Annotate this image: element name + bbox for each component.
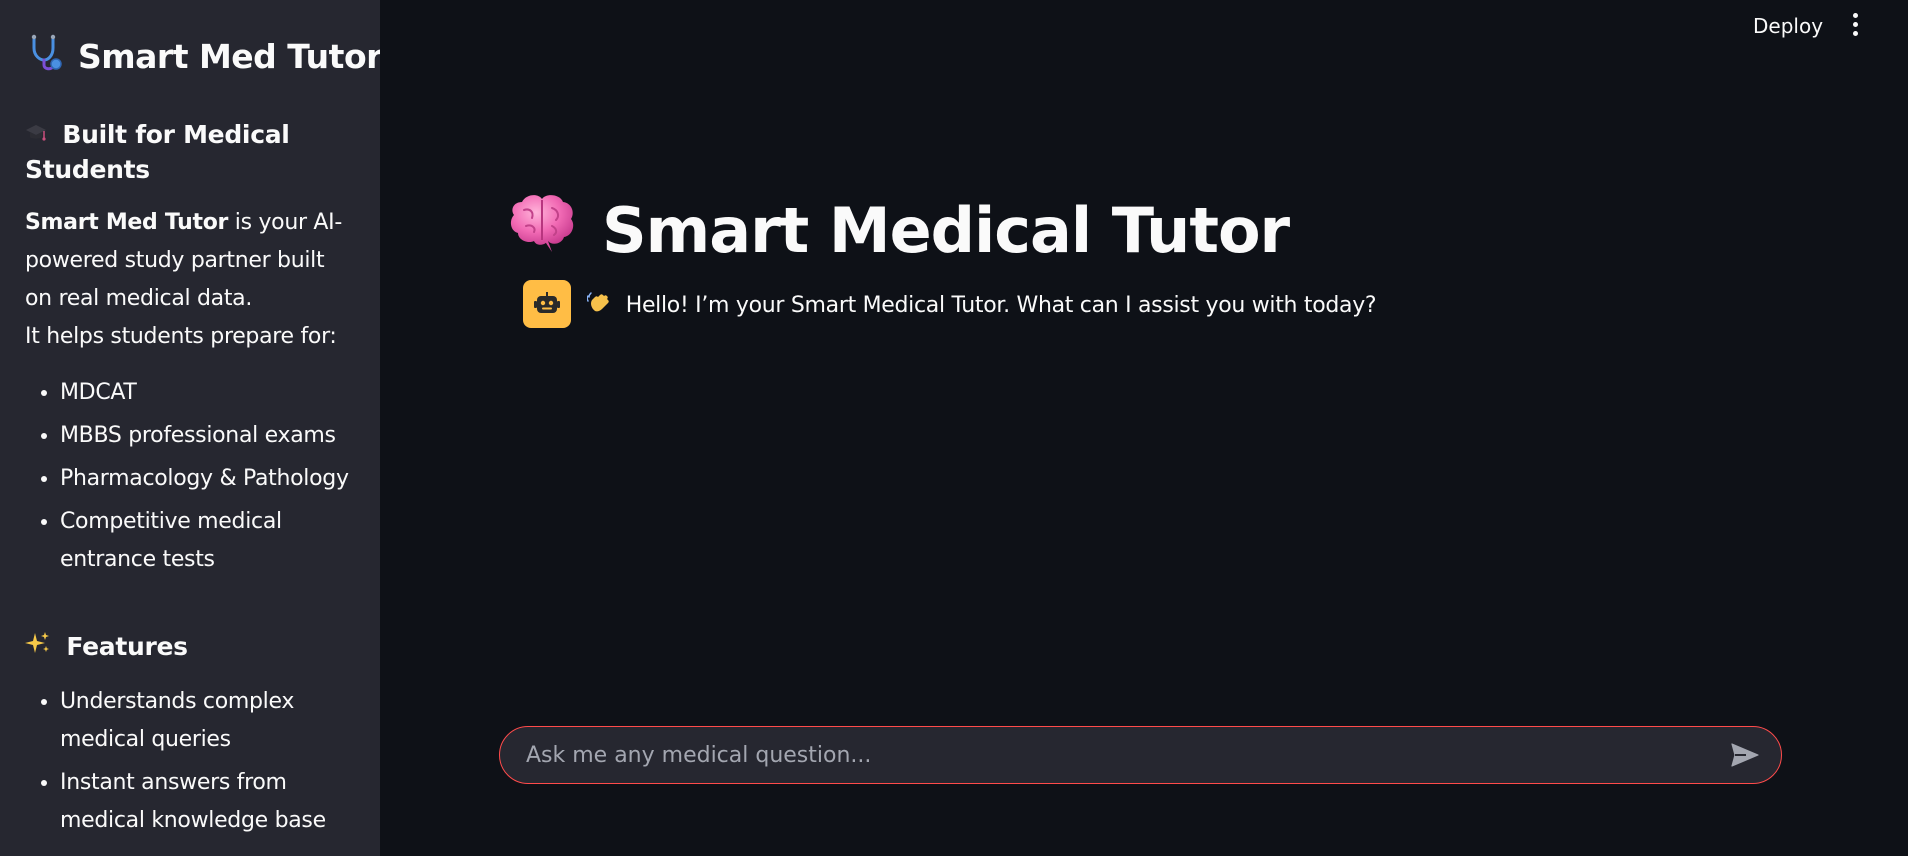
sparkles-icon <box>25 632 58 661</box>
list-item: MBBS professional exams <box>60 417 355 455</box>
exam-list: MDCAT MBBS professional exams Pharmacolo… <box>25 374 355 579</box>
page-title: Smart Medical Tutor <box>508 192 1290 269</box>
message-text: Hello! I’m your Smart Medical Tutor. Wha… <box>586 291 1377 318</box>
list-item: Understands complex medical queries <box>60 683 355 759</box>
sidebar: Smart Med Tutor Built for Medical Studen… <box>0 0 380 856</box>
about-paragraph: Smart Med Tutor is your AI-powered study… <box>25 204 355 356</box>
sidebar-title: Smart Med Tutor <box>28 34 380 79</box>
chat-input-container <box>499 726 1782 784</box>
features-list: Understands complex medical queries Inst… <box>25 683 355 840</box>
chat-message: Hello! I’m your Smart Medical Tutor. Wha… <box>523 280 1377 328</box>
waving-hand-icon <box>586 291 618 318</box>
main-menu-icon[interactable] <box>1843 12 1867 36</box>
sidebar-features-section: Features Understands complex medical que… <box>25 630 355 845</box>
about-heading: Built for Medical Students <box>25 118 355 186</box>
sidebar-about-section: Built for Medical Students Smart Med Tut… <box>25 118 355 584</box>
send-icon <box>1731 743 1759 767</box>
send-button[interactable] <box>1727 737 1763 773</box>
brain-icon <box>508 192 576 269</box>
stethoscope-icon <box>28 34 64 79</box>
about-bold-name: Smart Med Tutor <box>25 210 229 235</box>
message-body: Hello! I’m your Smart Medical Tutor. Wha… <box>625 292 1377 318</box>
list-item: MDCAT <box>60 374 355 412</box>
about-text-line2: It helps students prepare for: <box>25 324 337 349</box>
graduation-cap-icon <box>25 124 54 149</box>
features-heading: Features <box>25 630 355 665</box>
about-heading-text: Built for Medical Students <box>25 120 290 184</box>
features-heading-text: Features <box>66 632 188 661</box>
list-item: Instant answers from medical knowledge b… <box>60 764 355 840</box>
robot-icon <box>534 292 560 313</box>
sidebar-title-text: Smart Med Tutor <box>78 37 380 76</box>
bot-avatar <box>523 280 571 328</box>
app: Smart Med Tutor Built for Medical Studen… <box>0 0 1908 856</box>
deploy-button[interactable]: Deploy <box>1745 10 1831 42</box>
list-item: Competitive medical entrance tests <box>60 503 355 579</box>
list-item: Pharmacology & Pathology <box>60 460 355 498</box>
chat-input[interactable] <box>524 741 1727 769</box>
page-title-text: Smart Medical Tutor <box>602 193 1290 267</box>
